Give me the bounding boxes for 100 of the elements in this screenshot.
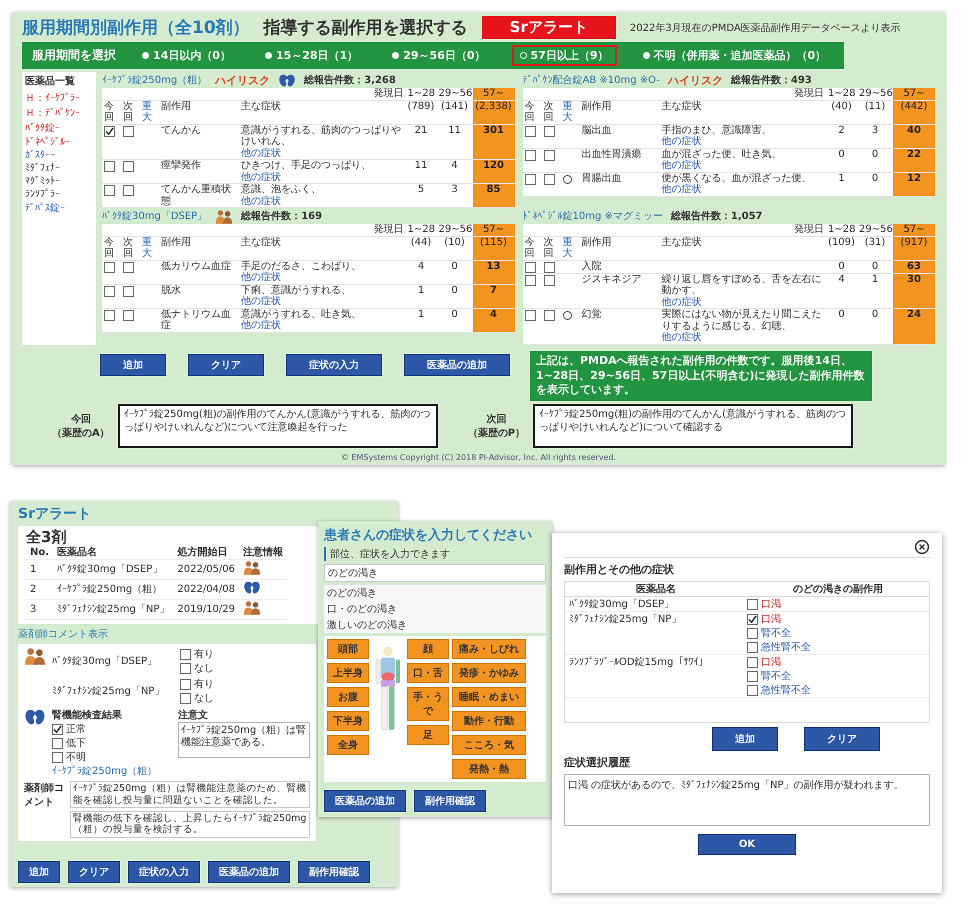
alert-button[interactable]: Srアラート [482, 16, 616, 39]
body-part-button[interactable]: 頭部 [327, 639, 369, 660]
checkbox[interactable] [123, 310, 134, 320]
period-option[interactable]: 15～28日（1） [256, 45, 366, 66]
memo-field[interactable]: ｲｰｹﾌﾟﾗ錠250mg(粗)の副作用のてんかん(意識がうすれる、筋肉のつっぱりやけいれんなど)について確認する [533, 404, 854, 448]
drug-list-item[interactable]: ﾏｸﾞﾐｯﾄｰ [25, 175, 93, 187]
other-symptoms-link[interactable]: 他の症状 [662, 296, 702, 308]
symptom-input-field[interactable]: のどの渇き [324, 564, 546, 582]
action-button[interactable]: 症状の入力 [128, 861, 200, 884]
action-button[interactable]: 追加 [712, 727, 778, 752]
period-option[interactable]: 29～56日（0） [384, 45, 494, 66]
action-button[interactable]: 医薬品の追加 [324, 790, 406, 812]
symptom-category-button[interactable]: 発疹・かゆみ [452, 663, 526, 684]
drug-list-item[interactable]: Ｈ：ｲｰｹﾌﾟﾗｰ [25, 91, 93, 105]
period-option[interactable]: 57日以上（9） [512, 45, 616, 66]
checkbox[interactable] [544, 150, 554, 160]
action-button[interactable]: クリア [68, 861, 120, 884]
action-button[interactable]: 医薬品の追加 [404, 354, 510, 376]
period-option[interactable]: 14日以内（0） [134, 45, 239, 66]
checkbox[interactable] [524, 274, 536, 286]
other-symptoms-link[interactable]: 他の症状 [662, 136, 702, 148]
other-symptoms-link[interactable]: 他の症状 [662, 184, 702, 196]
other-symptoms-link[interactable]: 他の症状 [241, 148, 281, 159]
other-symptoms-link[interactable]: 他の症状 [662, 160, 702, 172]
other-symptoms-link[interactable]: 他の症状 [241, 172, 281, 183]
other-symptoms-link[interactable]: 他の症状 [241, 196, 281, 207]
drug-list-item[interactable]: ﾊﾞｸﾀ錠ｰ [25, 121, 93, 135]
close-icon[interactable] [914, 539, 930, 556]
action-button[interactable]: 副作用確認 [298, 861, 370, 884]
checkbox[interactable] [747, 685, 758, 696]
checkbox[interactable] [544, 174, 554, 184]
suggestion-item[interactable]: 激しいのどの渇き [324, 617, 546, 634]
action-button[interactable]: 副作用確認 [414, 790, 486, 812]
drug-list-item[interactable]: Ｈ：ﾃﾞﾊﾟｹﾝｰ [25, 106, 93, 120]
checkbox[interactable] [544, 262, 554, 272]
comment-field[interactable]: ｲｰｹﾌﾟﾗ錠250mg（粗）は腎機能注意薬のため、腎機能を確認し投与量に問題ないことを確認した。 [70, 781, 310, 808]
other-symptoms-link[interactable]: 他の症状 [241, 296, 281, 308]
drug-list-item[interactable]: ﾗﾝｿﾌﾟﾗｰ [25, 188, 93, 200]
checkbox[interactable] [52, 738, 63, 750]
action-button[interactable]: クリア [188, 354, 264, 376]
checkbox[interactable] [747, 628, 758, 640]
ok-button[interactable]: OK [698, 834, 796, 856]
checkbox[interactable] [104, 310, 115, 320]
checkbox[interactable] [123, 262, 134, 272]
checkbox[interactable] [180, 679, 191, 690]
checkbox[interactable] [524, 262, 536, 272]
note-field[interactable]: ｲｰｹﾌﾟﾗ錠250mg（粗）は腎機能注意薬である。 [178, 722, 310, 758]
action-button[interactable]: クリア [804, 727, 880, 752]
memo-field[interactable]: ｲｰｹﾌﾟﾗ錠250mg(粗)の副作用のてんかん(意識がうすれる、筋肉のつっぱりやけいれんなど)について注意喚起を行った [118, 404, 438, 448]
checkbox[interactable] [52, 752, 63, 764]
checkbox[interactable] [747, 671, 758, 682]
drug-list-item[interactable]: ﾄﾞﾈﾍﾟｼﾞﾙｰ [25, 136, 93, 148]
checkbox[interactable] [104, 286, 115, 296]
checkbox[interactable] [180, 663, 191, 674]
body-part-button[interactable]: お腹 [327, 687, 369, 708]
checkbox[interactable] [52, 724, 63, 736]
symptom-category-button[interactable]: 発熱・熱 [452, 759, 526, 780]
checkbox[interactable] [123, 126, 134, 136]
checkbox[interactable] [123, 286, 134, 296]
checkbox[interactable] [747, 642, 758, 654]
checkbox[interactable] [524, 126, 536, 136]
checkbox[interactable] [747, 599, 758, 610]
body-part-button[interactable]: 上半身 [327, 663, 369, 684]
checkbox[interactable] [104, 185, 115, 196]
symptom-category-button[interactable]: 痛み・しびれ [452, 639, 526, 660]
suggestion-item[interactable]: 口・のどの渇き [324, 601, 546, 618]
body-part-button[interactable]: 全身 [327, 735, 369, 756]
other-symptoms-link[interactable]: 他の症状 [241, 272, 281, 284]
checkbox[interactable] [544, 274, 554, 286]
body-part-button[interactable]: 下半身 [327, 711, 369, 732]
other-symptoms-link[interactable]: 他の症状 [241, 320, 281, 332]
checkbox[interactable] [104, 126, 115, 136]
checkbox[interactable] [524, 174, 536, 184]
action-button[interactable]: 医薬品の追加 [208, 861, 290, 884]
checkbox[interactable] [524, 310, 536, 322]
checkbox[interactable] [123, 161, 134, 172]
checkbox[interactable] [180, 649, 191, 660]
body-part-button[interactable]: 口・舌 [407, 663, 449, 684]
action-button[interactable]: 症状の入力 [286, 354, 382, 376]
checkbox[interactable] [104, 262, 115, 272]
action-button[interactable]: 追加 [100, 354, 166, 376]
checkbox[interactable] [747, 614, 758, 626]
suggestion-item[interactable]: のどの渇き [324, 585, 546, 602]
drug-list-item[interactable]: ｶﾞｽﾀｰｰ [25, 149, 93, 161]
history-field[interactable]: 口渇 の症状があるので、ﾐﾀﾞﾌｪﾅｼﾝ錠25mg「NP」の副作用が疑われます。 [564, 774, 930, 826]
checkbox[interactable] [747, 657, 758, 668]
checkbox[interactable] [544, 126, 554, 136]
body-part-button[interactable]: 足 [407, 725, 449, 746]
drug-link[interactable]: ｲｰｹﾌﾟﾗ錠250mg（粗） [52, 764, 172, 778]
symptom-category-button[interactable]: 睡眠・めまい [452, 687, 526, 708]
symptom-category-button[interactable]: 動作・行動 [452, 711, 526, 732]
checkbox[interactable] [123, 185, 134, 196]
other-symptoms-link[interactable]: 他の症状 [662, 332, 702, 344]
drug-list-item[interactable]: ﾃﾞﾊﾟｽ錠ｰ [25, 201, 93, 215]
comment-toggle-link[interactable]: 薬剤師コメント表示 [18, 627, 108, 642]
body-part-button[interactable]: 顔 [407, 639, 449, 660]
action-button[interactable]: 追加 [18, 861, 60, 884]
checkbox[interactable] [544, 310, 554, 322]
symptom-category-button[interactable]: こころ・気 [452, 735, 526, 756]
drug-list-item[interactable]: ﾐﾀﾞﾌｪﾅｰ [25, 162, 93, 174]
